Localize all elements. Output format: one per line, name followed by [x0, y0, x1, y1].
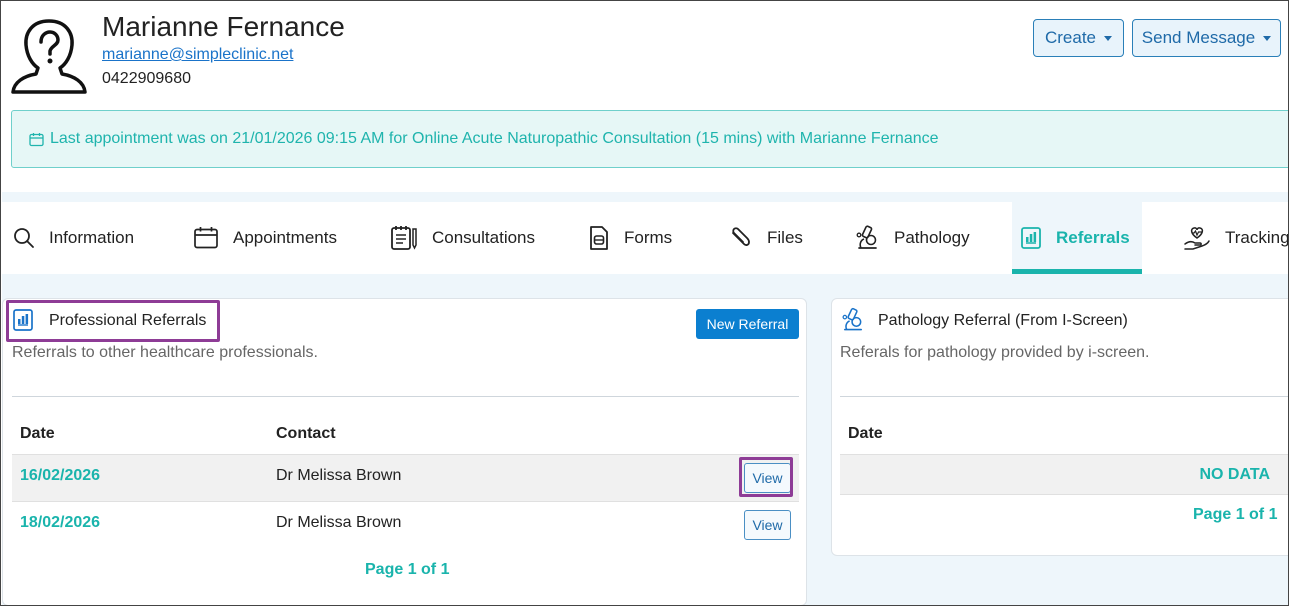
tab-files[interactable]: Files: [729, 202, 803, 274]
tab-forms[interactable]: Forms: [588, 202, 672, 274]
new-referral-button[interactable]: New Referral: [696, 309, 799, 339]
divider: [12, 396, 799, 397]
panel-title: Pathology Referral (From I-Screen): [878, 312, 1128, 329]
referral-contact: Dr Melissa Brown: [276, 514, 402, 531]
calendar-icon: [194, 227, 218, 249]
tab-referrals[interactable]: Referrals: [1012, 202, 1142, 274]
tab-label: Forms: [624, 228, 673, 247]
tab-label: Consultations: [432, 228, 536, 247]
caret-down-icon: [1104, 35, 1113, 41]
no-data-label: NO DATA: [1199, 466, 1270, 483]
document-icon: [590, 226, 608, 250]
patient-phone: 0422909680: [102, 70, 191, 87]
panel-subtitle: Referrals to other healthcare profession…: [12, 344, 318, 361]
search-icon: [14, 228, 34, 248]
tab-label: Tracking: [1225, 228, 1289, 247]
column-header-contact: Contact: [276, 425, 336, 442]
highlight-box: [6, 300, 220, 342]
highlight-box: [739, 457, 793, 497]
send-message-dropdown-button[interactable]: Send Message: [1132, 19, 1281, 57]
patient-profile-page: Marianne Fernance marianne@simpleclinic.…: [0, 0, 1289, 606]
alert-text: Last appointment was on 21/01/2026 09:15…: [50, 130, 939, 147]
table-row: 18/02/2026 Dr Melissa Brown View: [12, 502, 799, 550]
pagination-label: Page 1 of 1: [1193, 506, 1278, 523]
calendar-icon: [29, 132, 44, 146]
profile-tabs: Information Appointments Consultations F…: [2, 202, 1289, 274]
notepad-icon: [391, 226, 417, 250]
heart-hand-icon: [1184, 227, 1210, 250]
table-row: NO DATA: [840, 454, 1288, 495]
tab-information[interactable]: Information: [13, 202, 134, 274]
create-label: Create: [1044, 28, 1097, 47]
tab-label: Information: [49, 228, 135, 247]
microscope-icon: [842, 307, 862, 331]
avatar-unknown-person-icon: [11, 19, 87, 94]
tab-appointments[interactable]: Appointments: [193, 202, 337, 274]
patient-email-link[interactable]: marianne@simpleclinic.net: [102, 46, 293, 64]
tab-label: Referrals: [1056, 228, 1130, 247]
column-header-date: Date: [848, 425, 883, 442]
referral-contact: Dr Melissa Brown: [276, 467, 402, 484]
tab-pathology[interactable]: Pathology: [855, 202, 970, 274]
active-tab-indicator: [1012, 269, 1142, 274]
view-referral-button[interactable]: View: [744, 510, 791, 540]
tab-label: Files: [767, 228, 803, 247]
pathology-referral-panel: Pathology Referral (From I-Screen) Refer…: [831, 298, 1288, 556]
referral-date-link[interactable]: 16/02/2026: [20, 467, 100, 485]
create-dropdown-button[interactable]: Create: [1033, 19, 1124, 57]
tab-tracking[interactable]: Tracking: [1183, 202, 1289, 274]
patient-name: Marianne Fernance: [102, 11, 345, 42]
professional-referrals-panel: Professional Referrals Referrals to othe…: [2, 298, 807, 605]
divider: [840, 396, 1288, 397]
send-message-label: Send Message: [1141, 28, 1256, 47]
pagination-label: Page 1 of 1: [365, 561, 450, 578]
table-row: 16/02/2026 Dr Melissa Brown View: [12, 454, 799, 502]
tab-label: Pathology: [894, 228, 970, 247]
referral-date-link[interactable]: 18/02/2026: [20, 514, 100, 532]
microscope-icon: [856, 225, 877, 249]
tab-label: Appointments: [233, 228, 337, 247]
chart-doc-icon: [1021, 227, 1041, 249]
last-appointment-alert: Last appointment was on 21/01/2026 09:15…: [11, 110, 1288, 168]
caret-down-icon: [1263, 35, 1272, 41]
paperclip-icon: [732, 227, 750, 246]
tab-consultations[interactable]: Consultations: [390, 202, 535, 274]
column-header-date: Date: [20, 425, 55, 442]
panel-subtitle: Referals for pathology provided by i-scr…: [840, 344, 1150, 361]
